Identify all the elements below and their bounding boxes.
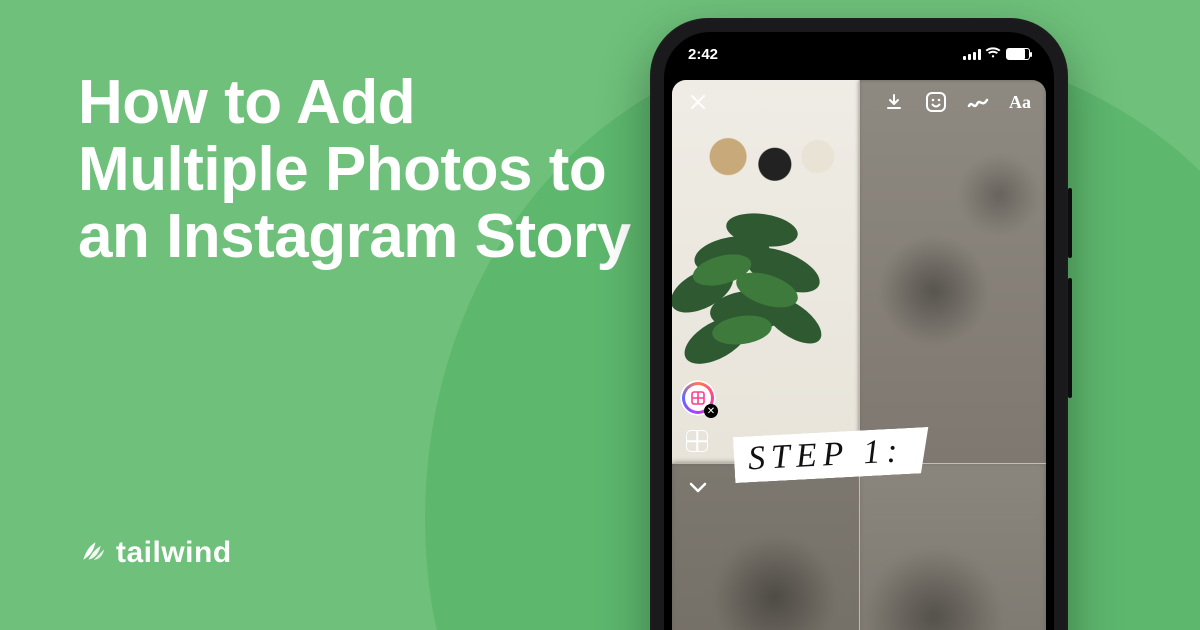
change-grid-icon[interactable]	[686, 430, 708, 452]
layout-cell-top-right[interactable]	[859, 80, 1046, 463]
download-icon[interactable]	[882, 90, 906, 114]
brand-name: tailwind	[116, 536, 232, 570]
brand-lockup: tailwind	[78, 536, 232, 570]
remove-sticker-icon[interactable]: ✕	[704, 404, 718, 418]
text-tool-icon[interactable]: Aa	[1008, 90, 1032, 114]
battery-icon	[1006, 48, 1030, 60]
close-icon[interactable]	[686, 90, 710, 114]
layout-cell-bottom-right[interactable]	[859, 463, 1046, 630]
phone-mockup: 2:42	[650, 18, 1068, 630]
cellular-signal-icon	[963, 49, 980, 60]
status-time: 2:42	[688, 46, 718, 63]
tailwind-logo-icon	[78, 537, 106, 570]
plant-photo-decor	[672, 170, 842, 390]
phone-screen: 2:42	[664, 32, 1054, 630]
sticker-icon[interactable]	[924, 90, 948, 114]
wifi-icon	[985, 46, 1001, 63]
headline-text: How to Add Multiple Photos to an Instagr…	[78, 70, 638, 271]
promo-card: How to Add Multiple Photos to an Instagr…	[0, 0, 1200, 630]
story-editor-canvas[interactable]: Aa ✕ STEP 1:	[672, 80, 1046, 630]
draw-icon[interactable]	[966, 90, 990, 114]
phone-notch	[764, 32, 954, 60]
story-top-toolbar: Aa	[686, 90, 1032, 114]
grid-divider-vertical	[859, 80, 860, 630]
chevron-down-icon[interactable]	[688, 480, 708, 499]
layout-sticker-badge[interactable]: ✕	[680, 380, 716, 416]
